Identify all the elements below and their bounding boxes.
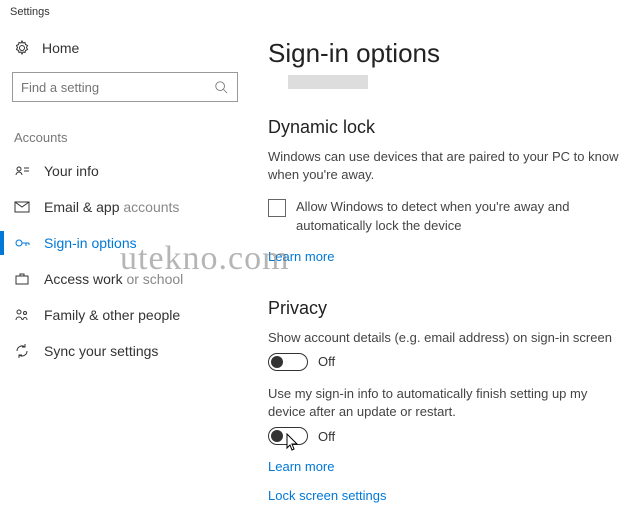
window-title: Settings <box>0 0 640 22</box>
sidebar-item-label: Sign-in options <box>44 235 137 251</box>
privacy-learn-more-link[interactable]: Learn more <box>268 459 624 474</box>
sidebar-section-label: Accounts <box>12 130 238 145</box>
search-icon <box>213 79 229 95</box>
toggle-state-label: Off <box>318 354 335 369</box>
dynamic-lock-desc: Windows can use devices that are paired … <box>268 148 624 184</box>
sidebar-item-sync[interactable]: Sync your settings <box>12 333 238 369</box>
sidebar-item-access-work[interactable]: Access work or school <box>12 261 238 297</box>
dynamic-lock-checkbox-row[interactable]: Allow Windows to detect when you're away… <box>268 198 624 234</box>
sidebar-item-signin-options[interactable]: Sign-in options <box>12 225 238 261</box>
people-icon <box>14 307 30 323</box>
search-input[interactable] <box>21 80 213 95</box>
sidebar-item-your-info[interactable]: Your info <box>12 153 238 189</box>
placeholder-bar <box>288 75 368 89</box>
page-title: Sign-in options <box>268 38 624 69</box>
toggle-switch[interactable] <box>268 427 308 445</box>
dynamic-lock-heading: Dynamic lock <box>268 117 624 138</box>
privacy-opt2-label: Use my sign-in info to automatically fin… <box>268 385 624 421</box>
sidebar-item-label: Sync your settings <box>44 343 158 359</box>
toggle-switch[interactable] <box>268 353 308 371</box>
sidebar-item-email-accounts[interactable]: Email & app accounts <box>12 189 238 225</box>
privacy-opt1-toggle-row: Off <box>268 353 624 371</box>
privacy-opt1-label: Show account details (e.g. email address… <box>268 329 624 347</box>
person-card-icon <box>14 163 30 179</box>
gear-icon <box>14 40 30 56</box>
privacy-opt2-toggle-row: Off <box>268 427 624 445</box>
sidebar-item-label: Family & other people <box>44 307 180 323</box>
briefcase-icon <box>14 271 30 287</box>
toggle-state-label: Off <box>318 429 335 444</box>
checkbox-label: Allow Windows to detect when you're away… <box>296 198 624 234</box>
sidebar-item-label: Your info <box>44 163 99 179</box>
checkbox-icon[interactable] <box>268 199 286 217</box>
sidebar-item-family[interactable]: Family & other people <box>12 297 238 333</box>
sidebar: Home Accounts Your info Email & app acco… <box>0 22 250 509</box>
privacy-heading: Privacy <box>268 298 624 319</box>
home-nav[interactable]: Home <box>12 36 238 66</box>
lock-screen-settings-link[interactable]: Lock screen settings <box>268 488 387 503</box>
search-box[interactable] <box>12 72 238 102</box>
dynamic-lock-learn-more-link[interactable]: Learn more <box>268 249 334 264</box>
sync-icon <box>14 343 30 359</box>
sidebar-item-label: Email & app accounts <box>44 199 179 215</box>
key-icon <box>14 235 30 251</box>
main-content: Sign-in options Dynamic lock Windows can… <box>250 22 640 509</box>
mail-icon <box>14 199 30 215</box>
home-label: Home <box>42 40 79 56</box>
sidebar-item-label: Access work or school <box>44 271 183 287</box>
